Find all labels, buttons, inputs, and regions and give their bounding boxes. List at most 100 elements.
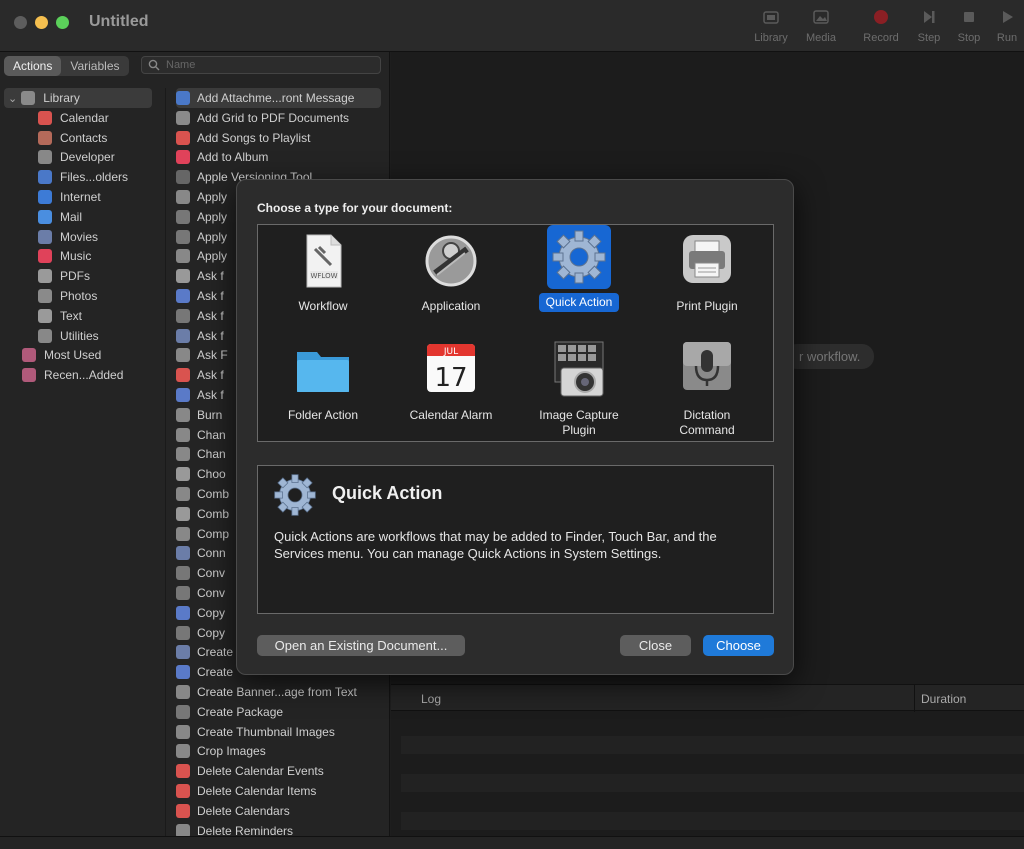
search-input[interactable]: Name [141, 56, 381, 74]
action-item-label: Ask f [197, 388, 224, 402]
type-workflow-label: Workflow [298, 299, 348, 313]
library-item-15[interactable]: Recen...Added [22, 365, 152, 385]
camera-photos-icon [554, 341, 604, 397]
action-icon [176, 685, 190, 699]
action-item[interactable]: Add to Album [176, 147, 381, 167]
action-icon [176, 348, 190, 363]
log-column-header[interactable]: Log [421, 692, 441, 706]
library-item-3[interactable]: Contacts [38, 128, 158, 148]
library-item-12[interactable]: Text [38, 306, 158, 326]
action-icon [176, 110, 190, 125]
library-item-8[interactable]: Movies [38, 227, 158, 247]
record-label: Record [863, 32, 899, 44]
workflow-document-icon: WFLOW [306, 234, 342, 288]
library-item-5[interactable]: Files...olders [38, 167, 158, 187]
chevron-down-icon[interactable]: ⌄ [8, 92, 17, 105]
action-item[interactable]: Delete Calendars [176, 801, 381, 821]
type-quick-action[interactable]: Quick Action [515, 225, 643, 312]
action-icon [176, 388, 190, 402]
close-window-button[interactable] [14, 16, 27, 29]
minimize-window-button[interactable] [35, 16, 48, 29]
action-icon [176, 308, 190, 323]
type-folder-action[interactable]: Folder Action [259, 338, 387, 425]
action-item-label: Comb [197, 506, 230, 521]
action-icon [176, 407, 190, 422]
library-item-14[interactable]: Most Used [22, 345, 152, 365]
step-button[interactable]: Step [912, 8, 946, 44]
step-icon [924, 11, 935, 23]
category-icon [21, 91, 36, 105]
action-icon [176, 467, 190, 482]
library-item-10[interactable]: PDFs [38, 266, 158, 286]
type-print-plugin[interactable]: Print Plugin [643, 229, 771, 316]
action-item-label: Create Banner...age from Text [197, 685, 357, 699]
run-button[interactable]: Run [993, 8, 1021, 44]
action-icon [176, 665, 190, 680]
action-item[interactable]: Add Attachme...ront Message [176, 88, 381, 108]
type-workflow[interactable]: WFLOW Workflow [259, 229, 387, 316]
choose-button[interactable]: Choose [703, 635, 774, 656]
action-icon [176, 586, 190, 600]
library-item-label: Calendar [60, 110, 109, 125]
calendar-icon: JUL 17 [427, 344, 475, 393]
action-item[interactable]: Create Thumbnail Images [176, 722, 381, 742]
zoom-window-button[interactable] [56, 16, 69, 29]
library-item-13[interactable]: Utilities [38, 326, 158, 346]
type-dictation-command[interactable]: Dictation Command [643, 338, 771, 440]
action-item-label: Chan [197, 427, 226, 442]
action-item[interactable]: Create Banner...age from Text [176, 682, 381, 702]
library-item-11[interactable]: Photos [38, 286, 158, 306]
action-item-label: Delete Calendars [197, 803, 290, 818]
action-icon [176, 170, 190, 185]
action-icon [176, 328, 190, 343]
type-calendar-alarm[interactable]: JUL 17 Calendar Alarm [387, 338, 515, 425]
action-item-label: Delete Calendar Events [197, 764, 324, 779]
action-item[interactable]: Add Grid to PDF Documents [176, 108, 381, 128]
category-icon [38, 209, 52, 224]
action-item-label: Apply [197, 229, 228, 244]
record-button[interactable]: Record [860, 8, 902, 44]
media-button[interactable]: Media [802, 8, 840, 44]
action-icon [176, 724, 190, 739]
action-icon [176, 566, 190, 581]
library-item-4[interactable]: Developer [38, 147, 158, 167]
duration-column-header[interactable]: Duration [921, 692, 966, 706]
action-icon [176, 269, 190, 284]
library-item-2[interactable]: Calendar [38, 108, 158, 128]
action-icon [176, 546, 190, 561]
action-item-label: Ask f [197, 289, 224, 303]
action-item[interactable]: Delete Calendar Events [176, 761, 381, 781]
type-application[interactable]: Application [387, 229, 515, 316]
type-dictation-command-label: Dictation Command [679, 408, 735, 437]
category-icon [38, 190, 52, 204]
close-button[interactable]: Close [620, 635, 691, 656]
action-item[interactable]: Create Package [176, 702, 381, 722]
library-item-6[interactable]: Internet [38, 187, 158, 207]
action-item-label: Create [197, 645, 234, 660]
action-icon [176, 190, 190, 204]
type-image-capture-plugin[interactable]: Image Capture Plugin [515, 338, 643, 440]
action-icon [176, 249, 190, 264]
action-icon [176, 289, 190, 303]
tab-variables[interactable]: Variables [61, 56, 128, 76]
open-existing-document-button[interactable]: Open an Existing Document... [257, 635, 465, 656]
action-item[interactable]: Delete Calendar Items [176, 781, 381, 801]
log-header: Log Duration [391, 684, 1024, 712]
tab-actions[interactable]: Actions [4, 56, 62, 76]
type-description-text: Quick Actions are workflows that may be … [274, 529, 717, 561]
action-item-label: Conn [197, 546, 226, 561]
library-item-label: Text [60, 308, 83, 323]
stop-button[interactable]: Stop [953, 8, 985, 44]
library-item-9[interactable]: Music [38, 246, 158, 266]
library-item-label: Recen...Added [44, 368, 124, 383]
library-item-1[interactable]: ⌄ Library [4, 88, 152, 108]
stop-label: Stop [957, 32, 981, 44]
action-item[interactable]: Add Songs to Playlist [176, 128, 381, 148]
library-item-7[interactable]: Mail [38, 207, 158, 227]
action-icon [176, 605, 190, 620]
action-item[interactable]: Crop Images [176, 741, 381, 761]
library-button[interactable]: Library [752, 8, 790, 44]
library-item-label: Library [43, 91, 80, 105]
action-item-label: Add Attachme...ront Message [197, 91, 355, 105]
action-item-label: Ask f [197, 368, 224, 383]
